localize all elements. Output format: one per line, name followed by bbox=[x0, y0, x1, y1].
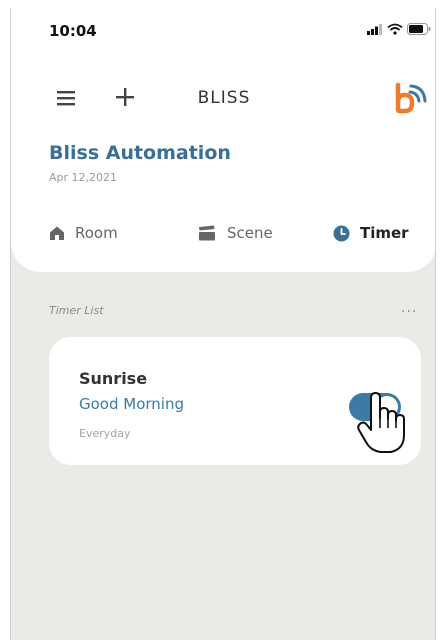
tab-timer-label: Timer bbox=[360, 224, 409, 242]
battery-icon bbox=[407, 23, 431, 35]
tab-room[interactable]: Room bbox=[49, 218, 118, 248]
house-icon bbox=[50, 226, 64, 240]
tab-scene-label: Scene bbox=[227, 224, 273, 242]
status-time: 10:04 bbox=[49, 22, 97, 40]
home-date: Apr 12,2021 bbox=[49, 171, 118, 184]
app-title: BLISS bbox=[197, 88, 251, 108]
header-card: 10:04 BLISS Bliss Automation Apr 12,2021… bbox=[11, 8, 435, 272]
status-bar: 10:04 bbox=[11, 8, 435, 52]
timer-scene: Good Morning bbox=[79, 395, 184, 413]
timer-repeat: Everyday bbox=[79, 427, 131, 440]
tab-bar: Room Scene Timer bbox=[11, 218, 435, 248]
clock-icon bbox=[333, 225, 350, 241]
wifi-icon bbox=[387, 23, 403, 35]
timer-name: Sunrise bbox=[79, 369, 148, 388]
tab-room-label: Room bbox=[75, 224, 118, 242]
more-options-button[interactable]: ... bbox=[401, 300, 417, 316]
signal-icon bbox=[367, 23, 382, 35]
phone-screen: 10:04 BLISS Bliss Automation Apr 12,2021… bbox=[10, 8, 436, 640]
home-title: Bliss Automation bbox=[49, 142, 231, 164]
tab-timer[interactable]: Timer bbox=[333, 218, 409, 248]
top-navbar: BLISS bbox=[11, 80, 435, 120]
scene-icon bbox=[199, 225, 215, 241]
tab-scene[interactable]: Scene bbox=[197, 218, 273, 248]
bliss-logo-icon bbox=[395, 82, 427, 114]
tap-hand-icon bbox=[357, 392, 405, 453]
status-icons bbox=[367, 23, 431, 35]
timer-list-label: Timer List bbox=[49, 304, 104, 317]
